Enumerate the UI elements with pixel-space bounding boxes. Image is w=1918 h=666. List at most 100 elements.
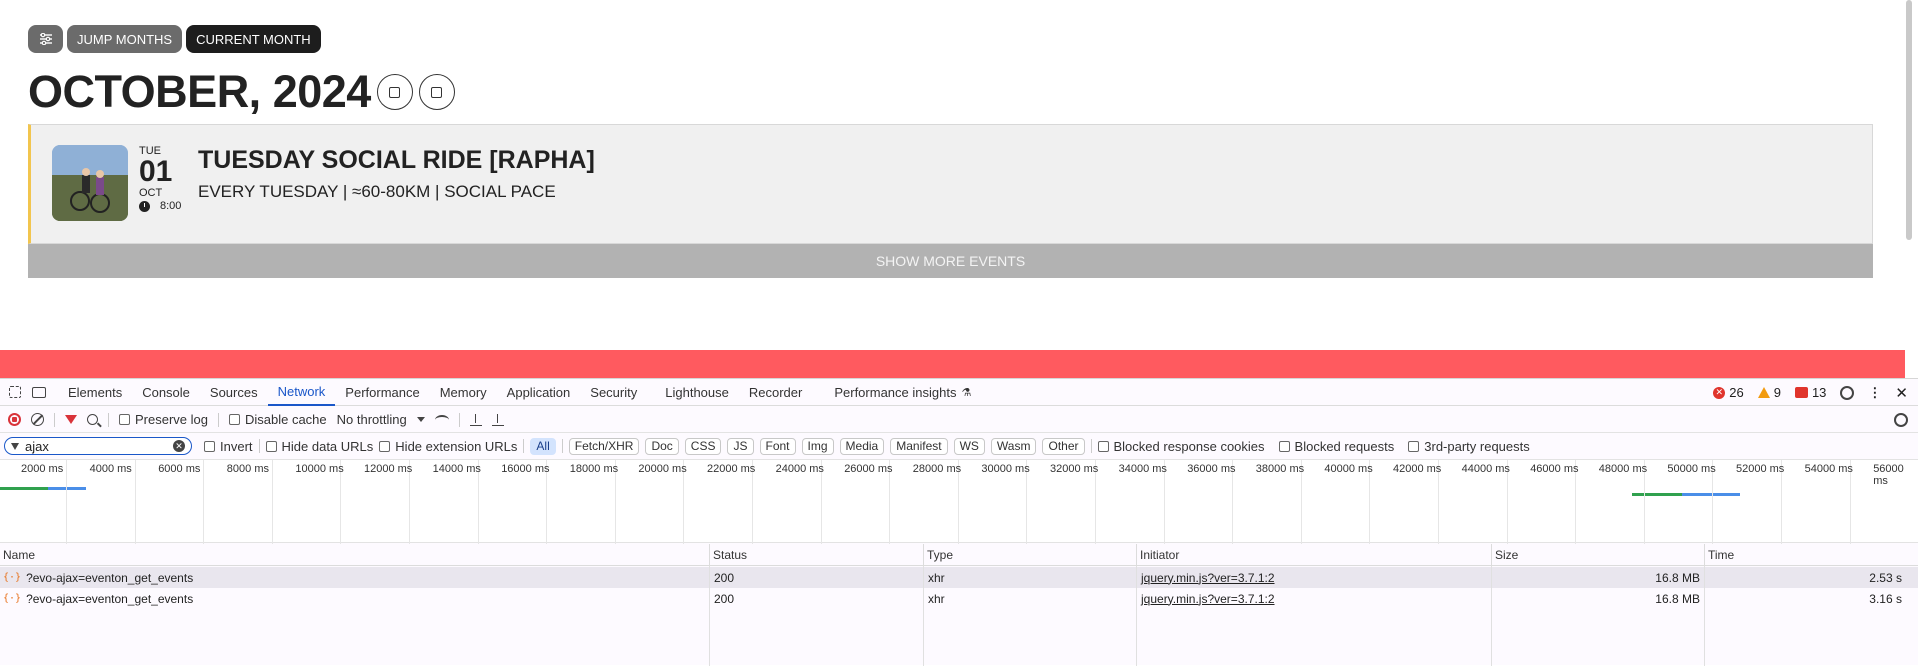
request-initiator-link[interactable]: jquery.min.js?ver=3.7.1:2	[1138, 567, 1275, 588]
filter-input[interactable]: ajax ✕	[4, 437, 192, 455]
column-status[interactable]: Status	[709, 544, 923, 566]
error-badge[interactable]: ✕ 26	[1713, 385, 1744, 400]
timeline-tick-label: 10000 ms	[295, 463, 344, 475]
table-row[interactable]: {·} ?evo-ajax=eventon_get_events 200 xhr …	[0, 567, 1918, 588]
blocked-response-cookies-checkbox[interactable]: Blocked response cookies	[1097, 439, 1265, 454]
checkbox-box[interactable]	[204, 440, 215, 452]
third-party-requests-checkbox[interactable]: 3rd-party requests	[1408, 439, 1530, 454]
inspect-element-icon[interactable]	[8, 385, 22, 399]
error-count: 26	[1729, 385, 1744, 400]
tab-memory[interactable]: Memory	[430, 379, 497, 406]
timeline-tick-label: 46000 ms	[1530, 463, 1579, 475]
search-icon[interactable]	[87, 414, 98, 425]
type-filter-css[interactable]: CSS	[684, 437, 722, 455]
network-settings-gear-icon[interactable]	[1894, 413, 1908, 427]
record-icon[interactable]	[8, 413, 21, 426]
prev-month-button[interactable]	[376, 74, 413, 110]
timeline-tick-label: 40000 ms	[1324, 463, 1373, 475]
tab-elements[interactable]: Elements	[58, 379, 132, 406]
type-filter-font[interactable]: Font	[759, 437, 796, 455]
column-time[interactable]: Time	[1704, 544, 1918, 566]
timeline-tick-label: 2000 ms	[21, 463, 64, 475]
throttling-select[interactable]: No throttling	[337, 412, 425, 427]
tab-performance-insights[interactable]: Performance insights ⚗	[824, 379, 981, 406]
type-filter-all[interactable]: All	[530, 437, 556, 455]
settings-gear-icon[interactable]	[1840, 385, 1855, 400]
column-initiator[interactable]: Initiator	[1136, 544, 1491, 566]
tab-performance[interactable]: Performance	[335, 379, 429, 406]
invert-checkbox[interactable]: Invert	[204, 439, 253, 454]
request-status: 200	[714, 591, 735, 606]
type-filter-img[interactable]: Img	[801, 437, 834, 455]
disable-cache-checkbox[interactable]: Disable cache	[228, 412, 327, 427]
tab-security[interactable]: Security	[580, 379, 647, 406]
import-har-icon[interactable]	[469, 413, 482, 426]
jump-months-button[interactable]: JUMP MONTHS	[67, 25, 183, 53]
filter-input-value[interactable]: ajax	[25, 439, 167, 454]
issues-badge[interactable]: 13	[1794, 385, 1826, 400]
type-filter-wasm[interactable]: Wasm	[990, 437, 1037, 455]
hide-data-urls-checkbox[interactable]: Hide data URLs	[265, 439, 373, 454]
hide-extension-urls-checkbox[interactable]: Hide extension URLs	[379, 439, 517, 454]
square-icon	[389, 86, 401, 98]
type-filter-media[interactable]: Media	[839, 437, 885, 455]
checkbox-box[interactable]	[228, 414, 240, 425]
device-toolbar-icon[interactable]	[32, 385, 46, 399]
type-filter-js[interactable]: JS	[727, 437, 754, 455]
request-name-cell[interactable]: {·} ?evo-ajax=eventon_get_events	[0, 588, 709, 609]
close-devtools-icon[interactable]: ✕	[1895, 384, 1908, 402]
next-month-button[interactable]	[418, 74, 455, 110]
warning-badge[interactable]: 9	[1757, 385, 1781, 400]
clock-icon	[139, 200, 150, 212]
tab-recorder[interactable]: Recorder	[739, 379, 812, 406]
event-title[interactable]: TUESDAY SOCIAL RIDE [RAPHA]	[198, 146, 595, 175]
devtools-right-controls: ✕ 26 9 13 ⋮ ✕	[1713, 379, 1908, 406]
timeline-tick-label: 4000 ms	[89, 463, 132, 475]
checkbox-box[interactable]	[379, 440, 391, 452]
page-scrollbar[interactable]	[1906, 0, 1914, 240]
export-har-icon[interactable]	[491, 413, 504, 426]
toolbar-divider	[217, 412, 219, 427]
tab-application[interactable]: Application	[497, 379, 581, 406]
checkbox-box[interactable]	[1408, 440, 1420, 452]
event-card[interactable]: TUE 01 OCT 8:00 TUESDAY SOCIAL RIDE [RAP…	[28, 124, 1873, 244]
column-divider	[1491, 566, 1492, 666]
tab-lighthouse[interactable]: Lighthouse	[655, 379, 739, 406]
filter-funnel-icon[interactable]	[65, 415, 77, 424]
tab-sources[interactable]: Sources	[200, 379, 268, 406]
clear-icon[interactable]	[31, 413, 44, 426]
type-filter-ws[interactable]: WS	[953, 437, 985, 455]
current-month-button[interactable]: CURRENT MONTH	[186, 25, 321, 53]
timeline-tick-label: 38000 ms	[1255, 463, 1305, 475]
clear-filter-icon[interactable]: ✕	[173, 440, 185, 452]
checkbox-box[interactable]	[265, 440, 277, 452]
blocked-requests-checkbox[interactable]: Blocked requests	[1278, 439, 1394, 454]
column-name[interactable]: Name	[0, 544, 709, 566]
month-title: OCTOBER, 2024	[28, 66, 371, 117]
request-name-cell[interactable]: {·} ?evo-ajax=eventon_get_events	[0, 567, 709, 588]
preserve-log-checkbox[interactable]: Preserve log	[119, 412, 208, 427]
xhr-icon: {·}	[3, 572, 22, 583]
type-filter-fetch-xhr[interactable]: Fetch/XHR	[568, 437, 640, 455]
tab-console[interactable]: Console	[132, 379, 200, 406]
network-overview-timeline[interactable]: 2000 ms 4000 ms 6000 ms 8000 ms 10000 ms 1200…	[0, 459, 1918, 544]
request-initiator-link[interactable]: jquery.min.js?ver=3.7.1:2	[1138, 588, 1275, 609]
type-filter-doc[interactable]: Doc	[645, 437, 679, 455]
type-filter-manifest[interactable]: Manifest	[890, 437, 948, 455]
tab-network[interactable]: Network	[267, 379, 336, 406]
checkbox-box[interactable]	[1097, 440, 1109, 452]
timeline-gridline	[134, 460, 136, 544]
show-more-events-button[interactable]: SHOW MORE EVENTS	[28, 244, 1873, 278]
type-filter-other[interactable]: Other	[1042, 437, 1085, 455]
filter-settings-button[interactable]	[28, 25, 63, 53]
page-scrollbar-thumb[interactable]	[1906, 0, 1912, 240]
table-row[interactable]: {·} ?evo-ajax=eventon_get_events 200 xhr …	[0, 588, 1918, 609]
column-type[interactable]: Type	[923, 544, 1136, 566]
timeline-gridline	[66, 460, 67, 544]
column-size[interactable]: Size	[1491, 544, 1704, 566]
more-options-icon[interactable]: ⋮	[1868, 385, 1881, 401]
timeline-tick-label: 16000 ms	[501, 463, 550, 475]
checkbox-box[interactable]	[119, 414, 130, 425]
checkbox-box[interactable]	[1278, 440, 1290, 452]
network-conditions-icon[interactable]	[434, 414, 449, 425]
